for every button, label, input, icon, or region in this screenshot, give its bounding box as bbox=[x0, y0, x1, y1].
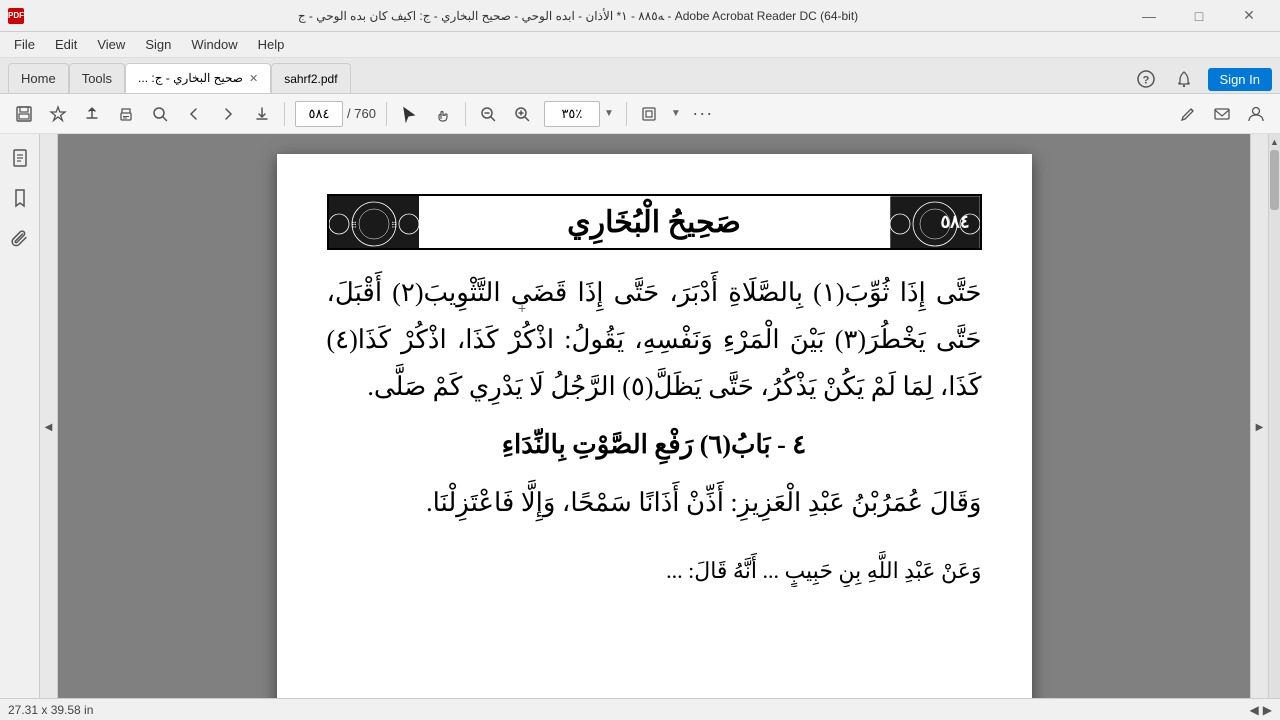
scroll-right-status-arrow[interactable]: ▶ bbox=[1263, 703, 1272, 717]
sidebar-attachments-icon[interactable] bbox=[4, 222, 36, 254]
sidebar-bookmarks-icon[interactable] bbox=[4, 182, 36, 214]
zoom-dropdown-arrow[interactable]: ▼ bbox=[602, 108, 616, 119]
page-number-display: ٥٨٤ bbox=[940, 212, 969, 233]
tab-home[interactable]: Home bbox=[8, 63, 69, 93]
menu-help[interactable]: Help bbox=[248, 34, 295, 55]
arabic-section-title: ٤ - بَابُ(٦) رَفْعِ الصَّوْتِ بِالنِّدَا… bbox=[327, 430, 982, 460]
menu-window[interactable]: Window bbox=[181, 34, 247, 55]
header-decoration-right: ٥٨٤ bbox=[890, 196, 980, 248]
pdf-viewport: + bbox=[58, 134, 1250, 720]
close-button[interactable]: ✕ bbox=[1226, 0, 1272, 32]
help-icon-btn[interactable]: ? bbox=[1132, 65, 1160, 93]
select-tool-button[interactable] bbox=[393, 98, 425, 130]
page-number-input[interactable] bbox=[295, 101, 343, 127]
menu-bar: File Edit View Sign Window Help bbox=[0, 32, 1280, 58]
arabic-partial-text: وَعَنْ عَبْدِ اللَّهِ بِنِ حَبِيبٍ ... أ… bbox=[666, 558, 981, 583]
toolbar-separator-1 bbox=[284, 102, 285, 126]
profile-button[interactable] bbox=[1240, 98, 1272, 130]
menu-edit[interactable]: Edit bbox=[45, 34, 87, 55]
page-dimensions: 27.31 x 39.58 in bbox=[8, 703, 93, 717]
scrollbar-track[interactable] bbox=[1269, 150, 1280, 704]
annotation-button[interactable] bbox=[1172, 98, 1204, 130]
tab-second-label: sahrf2.pdf bbox=[284, 72, 337, 86]
fit-page-button[interactable] bbox=[633, 98, 665, 130]
next-page-button[interactable] bbox=[212, 98, 244, 130]
pdf-page: ٥٨٤ صَحِيحُ الْبُخَارِي bbox=[277, 154, 1032, 720]
main-area: ◀ + bbox=[0, 134, 1280, 720]
search-button[interactable] bbox=[144, 98, 176, 130]
toolbar-separator-4 bbox=[626, 102, 627, 126]
tab-active-pdf[interactable]: صحيح البخاري - ج: ... ✕ bbox=[125, 63, 271, 93]
app-icon: PDF bbox=[8, 8, 24, 24]
window-title: ﻪ٨٨٥ - ١* الأذان - ابده الوحي - صحيح الب… bbox=[30, 9, 1126, 23]
zoom-input[interactable] bbox=[544, 101, 600, 127]
print-button[interactable] bbox=[110, 98, 142, 130]
sign-in-button[interactable]: Sign In bbox=[1208, 68, 1272, 91]
prev-page-button[interactable] bbox=[178, 98, 210, 130]
svg-text:⠿: ⠿ bbox=[351, 221, 357, 230]
status-bar: 27.31 x 39.58 in ◀ ▶ bbox=[0, 698, 1280, 720]
toolbar: / 760 ▼ ▼ ··· bbox=[0, 94, 1280, 134]
scroll-right-button[interactable]: ▶ bbox=[1250, 134, 1268, 720]
fit-dropdown-arrow[interactable]: ▼ bbox=[669, 108, 683, 119]
toolbar-separator-2 bbox=[386, 102, 387, 126]
toolbar-separator-3 bbox=[465, 102, 466, 126]
save-button[interactable] bbox=[8, 98, 40, 130]
arabic-paragraph-1: حَتَّى إِذَا ثُوِّبَ(١) بِالصَّلَاةِ أَد… bbox=[327, 270, 982, 410]
download-button[interactable] bbox=[246, 98, 278, 130]
tab-tools[interactable]: Tools bbox=[69, 63, 125, 93]
tab-active-label: صحيح البخاري - ج: ... bbox=[138, 71, 243, 85]
notification-icon-btn[interactable] bbox=[1170, 65, 1198, 93]
tab-tools-label: Tools bbox=[82, 71, 112, 86]
tab-bar-right: ? Sign In bbox=[351, 65, 1280, 93]
email-button[interactable] bbox=[1206, 98, 1238, 130]
zoom-group: ▼ bbox=[544, 101, 616, 127]
page-input-group: / 760 bbox=[295, 101, 376, 127]
window-controls: — □ ✕ bbox=[1126, 0, 1272, 32]
hand-tool-button[interactable] bbox=[427, 98, 459, 130]
menu-file[interactable]: File bbox=[4, 34, 45, 55]
zoom-out-button[interactable] bbox=[472, 98, 504, 130]
left-sidebar bbox=[0, 134, 40, 720]
arabic-paragraph-3: وَعَنْ عَبْدِ اللَّهِ بِنِ حَبِيبٍ ... أ… bbox=[327, 547, 982, 587]
bookmark-button[interactable] bbox=[42, 98, 74, 130]
svg-text:?: ? bbox=[1142, 75, 1149, 87]
zoom-in-button[interactable] bbox=[506, 98, 538, 130]
header-decoration-left: ⠿ ⠿ bbox=[329, 196, 419, 248]
scroll-left-button[interactable]: ◀ bbox=[40, 134, 58, 720]
title-bar: PDF ﻪ٨٨٥ - ١* الأذان - ابده الوحي - صحيح… bbox=[0, 0, 1280, 32]
more-tools-button[interactable]: ··· bbox=[687, 98, 719, 130]
page-total: / 760 bbox=[347, 106, 376, 121]
minimize-button[interactable]: — bbox=[1126, 0, 1172, 32]
tab-second-pdf[interactable]: sahrf2.pdf bbox=[271, 63, 350, 93]
tab-bar: Home Tools صحيح البخاري - ج: ... ✕ sahrf… bbox=[0, 58, 1280, 94]
maximize-button[interactable]: □ bbox=[1176, 0, 1222, 32]
svg-text:⠿: ⠿ bbox=[391, 221, 397, 230]
scrollbar-thumb[interactable] bbox=[1270, 150, 1279, 210]
scroll-left-status-arrow[interactable]: ◀ bbox=[1250, 703, 1259, 717]
tab-home-label: Home bbox=[21, 71, 56, 86]
sidebar-pages-icon[interactable] bbox=[4, 142, 36, 174]
tab-close-icon[interactable]: ✕ bbox=[249, 72, 258, 85]
menu-sign[interactable]: Sign bbox=[135, 34, 181, 55]
arabic-paragraph-2: وَقَالَ عُمَرُبْنُ عَبْدِ الْعَزِيزِ: أَ… bbox=[327, 480, 982, 527]
scrollbar-up-arrow[interactable]: ▲ bbox=[1269, 134, 1280, 150]
menu-view[interactable]: View bbox=[87, 34, 135, 55]
right-scrollbar: ▲ ▼ bbox=[1268, 134, 1280, 720]
header-title: صَحِيحُ الْبُخَارِي bbox=[419, 205, 890, 240]
upload-button[interactable] bbox=[76, 98, 108, 130]
pdf-area: ◀ + bbox=[40, 134, 1280, 720]
page-header-box: ٥٨٤ صَحِيحُ الْبُخَارِي bbox=[327, 194, 982, 250]
page-header: ٥٨٤ صَحِيحُ الْبُخَارِي bbox=[327, 194, 982, 250]
